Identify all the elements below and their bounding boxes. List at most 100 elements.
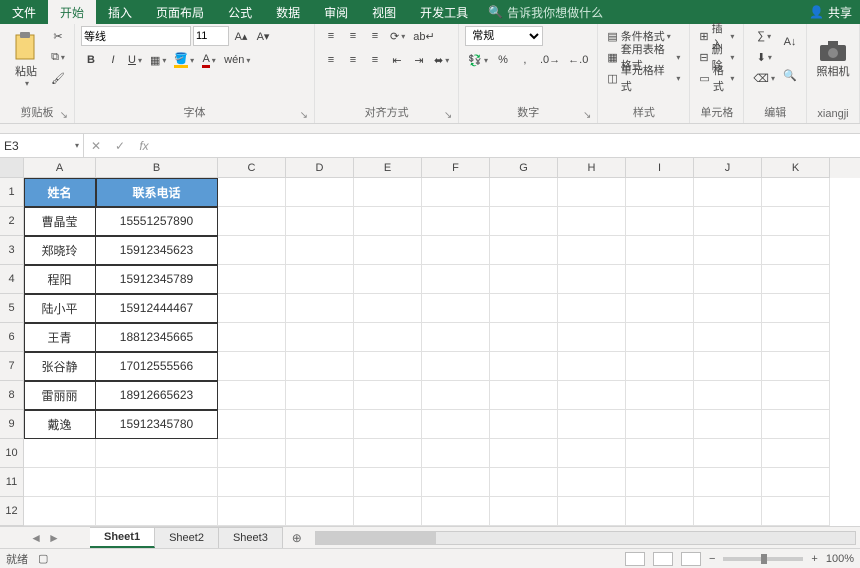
cell[interactable] (218, 323, 286, 352)
cell[interactable] (422, 439, 490, 468)
cell[interactable] (558, 439, 626, 468)
cell[interactable] (422, 497, 490, 526)
cell[interactable] (558, 265, 626, 294)
cell[interactable] (218, 439, 286, 468)
sheet-tab[interactable]: Sheet1 (90, 527, 155, 548)
cell[interactable] (24, 468, 96, 497)
cell[interactable] (354, 468, 422, 497)
col-header[interactable]: G (490, 158, 558, 178)
cell[interactable] (762, 381, 830, 410)
cell[interactable] (558, 236, 626, 265)
cell[interactable] (218, 381, 286, 410)
cell[interactable] (286, 410, 354, 439)
underline-button[interactable]: U▾ (125, 50, 145, 70)
cell[interactable] (422, 381, 490, 410)
sheet-tab[interactable]: Sheet3 (219, 527, 283, 548)
camera-button[interactable]: 照相机 (813, 26, 853, 92)
cell[interactable] (626, 294, 694, 323)
cell[interactable] (694, 468, 762, 497)
share-button[interactable]: 👤 共享 (801, 0, 860, 24)
increase-decimal-button[interactable]: .0→ (537, 50, 563, 70)
cell[interactable] (286, 497, 354, 526)
cell[interactable] (354, 294, 422, 323)
cell[interactable]: 15912444467 (96, 294, 218, 323)
zoom-out-button[interactable]: − (709, 553, 715, 565)
clear-button[interactable]: ⌫▾ (750, 68, 778, 88)
cell[interactable] (490, 323, 558, 352)
cell[interactable] (626, 381, 694, 410)
cell[interactable]: 姓名 (24, 178, 96, 207)
font-color-button[interactable]: A▾ (199, 50, 219, 70)
cell[interactable] (490, 352, 558, 381)
decrease-decimal-button[interactable]: ←.0 (565, 50, 591, 70)
cell[interactable] (694, 381, 762, 410)
sheet-tab[interactable]: Sheet2 (155, 527, 219, 548)
cell[interactable] (626, 410, 694, 439)
cell[interactable] (422, 294, 490, 323)
cell[interactable]: 15551257890 (96, 207, 218, 236)
cell[interactable] (762, 497, 830, 526)
cell[interactable] (354, 207, 422, 236)
dialog-launcher-icon[interactable]: ↘ (583, 110, 591, 121)
cell[interactable] (490, 265, 558, 294)
cell[interactable] (218, 410, 286, 439)
cell[interactable]: 15912345780 (96, 410, 218, 439)
cell[interactable]: 15912345789 (96, 265, 218, 294)
cell[interactable] (286, 381, 354, 410)
cell[interactable] (422, 468, 490, 497)
tell-me-search[interactable]: 🔍 告诉我你想做什么 (488, 0, 603, 24)
cell[interactable] (694, 265, 762, 294)
cell[interactable] (626, 178, 694, 207)
dialog-launcher-icon[interactable]: ↘ (444, 110, 452, 121)
row-header[interactable]: 9 (0, 410, 24, 439)
cell[interactable] (694, 178, 762, 207)
cell[interactable] (354, 178, 422, 207)
cell[interactable] (558, 323, 626, 352)
cell[interactable] (218, 207, 286, 236)
row-header[interactable]: 4 (0, 265, 24, 294)
cell[interactable] (354, 381, 422, 410)
cell[interactable]: 曹晶莹 (24, 207, 96, 236)
dialog-launcher-icon[interactable]: ↘ (60, 110, 68, 121)
cell[interactable]: 王青 (24, 323, 96, 352)
formula-input[interactable] (156, 134, 860, 157)
cell[interactable] (218, 352, 286, 381)
cell[interactable] (558, 178, 626, 207)
increase-indent-button[interactable]: ⇥ (409, 50, 429, 70)
decrease-font-button[interactable]: A▾ (253, 26, 273, 46)
cell[interactable] (218, 468, 286, 497)
cell[interactable]: 联系电话 (96, 178, 218, 207)
row-header[interactable]: 6 (0, 323, 24, 352)
copy-button[interactable]: ⧉▾ (48, 47, 68, 67)
cell[interactable] (490, 381, 558, 410)
cancel-formula-button[interactable]: ✕ (84, 134, 108, 157)
cell[interactable]: 戴逸 (24, 410, 96, 439)
cell[interactable]: 17012555566 (96, 352, 218, 381)
format-cells-button[interactable]: ▭ 格式▾ (696, 68, 737, 88)
cell[interactable] (286, 352, 354, 381)
cell[interactable] (694, 352, 762, 381)
cell[interactable] (490, 294, 558, 323)
cell[interactable] (762, 352, 830, 381)
tab-data[interactable]: 数据 (264, 0, 312, 24)
fill-button[interactable]: ⬇▾ (750, 47, 778, 67)
phonetic-button[interactable]: wén▾ (221, 50, 253, 70)
cell[interactable] (762, 468, 830, 497)
row-header[interactable]: 7 (0, 352, 24, 381)
cell[interactable] (490, 236, 558, 265)
cell[interactable] (286, 207, 354, 236)
cell-styles-button[interactable]: ◫ 单元格样式▾ (604, 68, 683, 88)
row-header[interactable]: 3 (0, 236, 24, 265)
format-painter-button[interactable]: 🖌 (48, 68, 68, 88)
cell[interactable] (354, 352, 422, 381)
cell[interactable] (762, 439, 830, 468)
row-header[interactable]: 12 (0, 497, 24, 526)
cell[interactable] (218, 294, 286, 323)
select-all-corner[interactable] (0, 158, 24, 178)
cell[interactable] (762, 265, 830, 294)
cell[interactable] (626, 352, 694, 381)
row-header[interactable]: 2 (0, 207, 24, 236)
row-header[interactable]: 11 (0, 468, 24, 497)
col-header[interactable]: B (96, 158, 218, 178)
cell[interactable] (354, 410, 422, 439)
